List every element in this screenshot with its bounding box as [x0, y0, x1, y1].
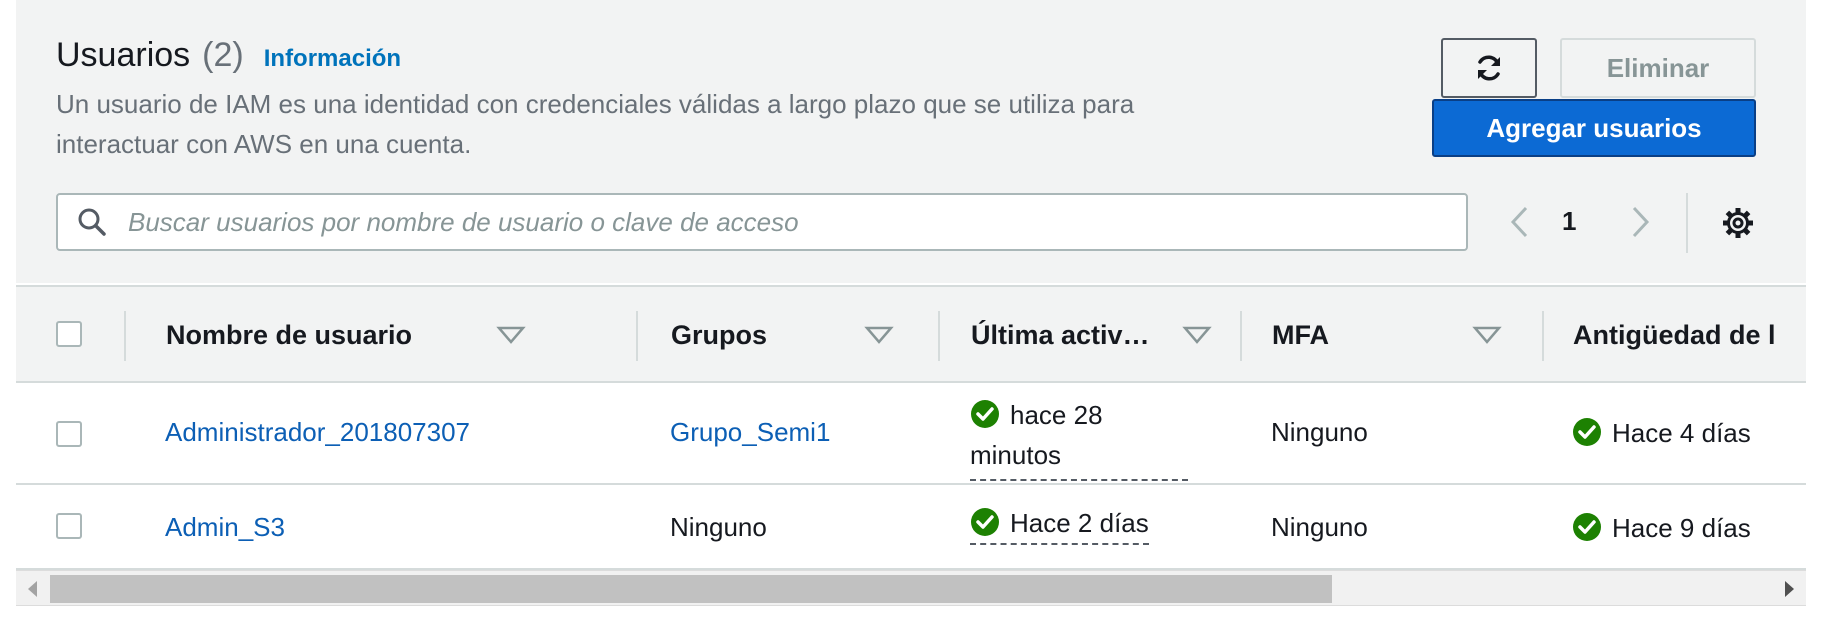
last-activity-cell[interactable]: hace 28 minutos	[970, 395, 1190, 481]
column-separator	[636, 311, 638, 361]
age-cell: Hace 4 días	[1572, 417, 1751, 449]
check-circle-icon	[1573, 513, 1601, 541]
row-checkbox[interactable]	[56, 421, 82, 447]
column-header-username[interactable]: Nombre de usuario	[166, 287, 496, 383]
last-activity-text: Hace 2 días	[1010, 508, 1149, 538]
chevron-left-icon	[1510, 206, 1528, 238]
column-header-age[interactable]: Antigüedad de l	[1573, 287, 1806, 383]
last-activity-tooltip-trigger[interactable]: Hace 2 días	[970, 507, 1149, 545]
column-separator	[1240, 311, 1242, 361]
iam-users-page: Usuarios (2) Información Un usuario de I…	[0, 0, 1826, 629]
scrollbar-thumb[interactable]	[50, 575, 1332, 603]
sort-triangle-icon[interactable]	[1472, 325, 1502, 345]
horizontal-scrollbar[interactable]	[16, 570, 1806, 606]
table-header: Nombre de usuario Grupos Última activ… M…	[16, 285, 1806, 383]
last-activity-tooltip-trigger[interactable]: hace 28 minutos	[970, 395, 1188, 481]
group-link[interactable]: Grupo_Semi1	[670, 417, 830, 448]
page-description: Un usuario de IAM es una identidad con c…	[56, 89, 1135, 159]
table-row: Administrador_201807307 Grupo_Semi1 hace…	[16, 383, 1806, 485]
column-header-last-activity[interactable]: Última activ…	[971, 287, 1181, 383]
page-title: Usuarios	[56, 36, 191, 74]
refresh-button[interactable]	[1441, 38, 1537, 98]
age-text: Hace 9 días	[1612, 513, 1751, 543]
gear-icon	[1723, 208, 1753, 238]
search-box	[56, 193, 1468, 251]
age-cell: Hace 9 días	[1572, 512, 1751, 544]
refresh-icon	[1478, 55, 1500, 81]
select-all-checkbox[interactable]	[56, 321, 82, 347]
add-users-button[interactable]: Agregar usuarios	[1432, 99, 1756, 157]
pagination-divider	[1686, 193, 1688, 253]
chevron-right-icon	[1632, 206, 1650, 238]
users-count: (2)	[202, 36, 244, 74]
column-separator	[1542, 311, 1544, 361]
username-link[interactable]: Administrador_201807307	[165, 417, 470, 448]
next-page-button[interactable]	[1620, 202, 1660, 242]
column-header-mfa[interactable]: MFA	[1272, 287, 1442, 383]
check-circle-icon	[971, 400, 999, 428]
column-separator	[124, 311, 126, 361]
mfa-cell: Ninguno	[1271, 512, 1368, 542]
age-text: Hace 4 días	[1612, 418, 1751, 448]
column-header-groups[interactable]: Grupos	[671, 287, 851, 383]
check-circle-icon	[971, 508, 999, 536]
search-icon	[76, 204, 112, 240]
mfa-cell: Ninguno	[1271, 417, 1368, 447]
column-separator	[938, 311, 940, 361]
scroll-right-arrow-icon[interactable]	[1785, 581, 1794, 597]
table-row: Admin_S3 Ninguno Hace 2 días Ninguno Hac…	[16, 485, 1806, 570]
page-title-row: Usuarios (2) Información	[56, 36, 401, 75]
last-activity-cell[interactable]: Hace 2 días	[970, 507, 1149, 545]
username-link[interactable]: Admin_S3	[165, 512, 285, 543]
sort-triangle-icon[interactable]	[1182, 325, 1212, 345]
delete-button[interactable]: Eliminar	[1560, 38, 1756, 98]
info-link[interactable]: Información	[264, 45, 401, 73]
sort-triangle-icon[interactable]	[496, 325, 526, 345]
row-checkbox[interactable]	[56, 513, 82, 539]
scroll-left-arrow-icon[interactable]	[28, 581, 37, 597]
groups-cell: Ninguno	[670, 512, 767, 542]
current-page-number[interactable]: 1	[1562, 206, 1576, 237]
check-circle-icon	[1573, 418, 1601, 446]
previous-page-button[interactable]	[1500, 202, 1540, 242]
search-input[interactable]	[126, 205, 1430, 239]
sort-triangle-icon[interactable]	[864, 325, 894, 345]
table-settings-button[interactable]	[1718, 203, 1758, 243]
